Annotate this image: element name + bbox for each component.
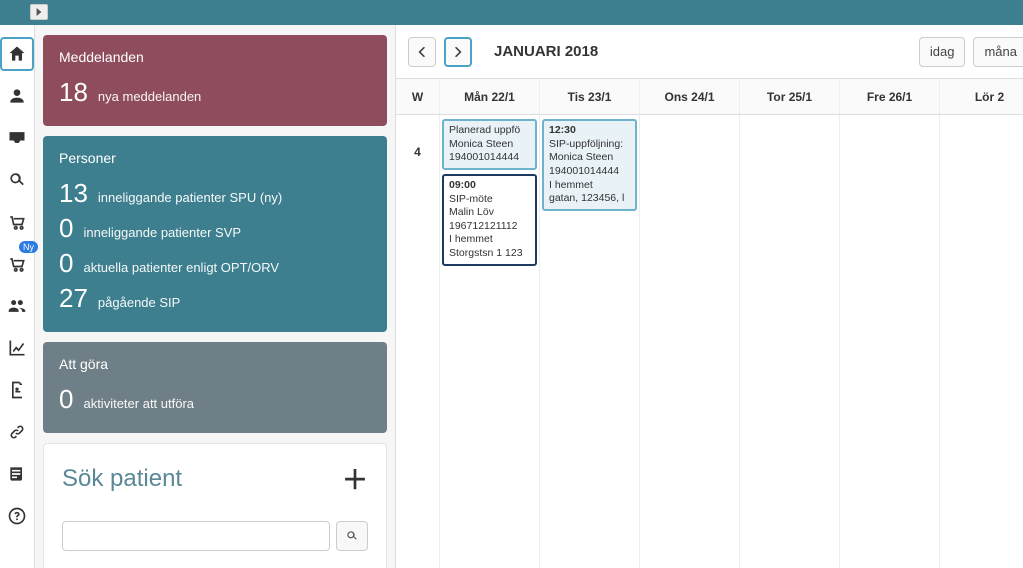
calendar-col-sat bbox=[940, 115, 1023, 568]
calendar-next-button[interactable] bbox=[444, 37, 472, 67]
sidebar-item-cart-new[interactable]: Ny bbox=[0, 247, 34, 281]
calendar-event[interactable]: 09:00SIP-möteMalin Löv196712121112I hemm… bbox=[442, 174, 537, 266]
calendar-header: JANUARI 2018 idag måna bbox=[396, 25, 1023, 79]
calendar-prev-button[interactable] bbox=[408, 37, 436, 67]
sidebar-item-inbox[interactable] bbox=[0, 121, 34, 155]
calendar-panel: JANUARI 2018 idag måna W Mån 22/1 Tis 23… bbox=[395, 25, 1023, 568]
calendar-col-thu bbox=[740, 115, 840, 568]
calendar-title: JANUARI 2018 bbox=[494, 43, 598, 60]
calendar-today-button[interactable]: idag bbox=[919, 37, 966, 67]
calendar-view-button[interactable]: måna bbox=[973, 37, 1023, 67]
expand-sidebar-button[interactable] bbox=[30, 4, 48, 20]
sidebar-item-people[interactable] bbox=[0, 289, 34, 323]
badge-new: Ny bbox=[19, 241, 38, 253]
persons-title: Personer bbox=[59, 150, 371, 166]
sidebar-item-home[interactable] bbox=[0, 37, 34, 71]
calendar-col-fri bbox=[840, 115, 940, 568]
todo-count: 0 bbox=[59, 384, 73, 415]
messages-label: nya meddelanden bbox=[98, 89, 201, 104]
messages-title: Meddelanden bbox=[59, 49, 371, 65]
search-patient-card: Sök patient ＋ Senaste patienter Malin Lö… bbox=[43, 443, 387, 568]
sidebar-item-link[interactable] bbox=[0, 415, 34, 449]
sidebar-item-cart[interactable] bbox=[0, 205, 34, 239]
calendar-col-tue: 12:30SIP-uppföljning:Monica Steen1940010… bbox=[540, 115, 640, 568]
sidebar-item-chart[interactable] bbox=[0, 331, 34, 365]
todo-card[interactable]: Att göra 0 aktiviteter att utföra bbox=[43, 342, 387, 433]
calendar-event[interactable]: Planerad uppföMonica Steen194001014444 bbox=[442, 119, 537, 170]
messages-card[interactable]: Meddelanden 18 nya meddelanden bbox=[43, 35, 387, 126]
sidebar-item-person[interactable] bbox=[0, 79, 34, 113]
calendar-col-wed bbox=[640, 115, 740, 568]
messages-count: 18 bbox=[59, 77, 88, 108]
sidebar-item-news[interactable] bbox=[0, 457, 34, 491]
search-button[interactable] bbox=[336, 521, 368, 551]
sidebar-item-help[interactable] bbox=[0, 499, 34, 533]
sidebar-nav: Ny bbox=[0, 25, 35, 568]
week-number: 4 bbox=[396, 115, 440, 568]
dashboard-panel: Meddelanden 18 nya meddelanden Personer … bbox=[35, 25, 395, 568]
todo-label: aktiviteter att utföra bbox=[83, 396, 194, 411]
persons-card[interactable]: Personer 13inneliggande patienter SPU (n… bbox=[43, 136, 387, 332]
calendar-event[interactable]: 12:30SIP-uppföljning:Monica Steen1940010… bbox=[542, 119, 637, 211]
sidebar-item-document[interactable] bbox=[0, 373, 34, 407]
search-title: Sök patient bbox=[62, 465, 182, 493]
sidebar-item-search[interactable] bbox=[0, 163, 34, 197]
search-input[interactable] bbox=[62, 521, 330, 551]
calendar-day-header: W Mån 22/1 Tis 23/1 Ons 24/1 Tor 25/1 Fr… bbox=[396, 79, 1023, 115]
add-patient-button[interactable]: ＋ bbox=[342, 460, 368, 497]
todo-title: Att göra bbox=[59, 356, 371, 372]
top-bar bbox=[0, 0, 1023, 25]
week-column-header: W bbox=[396, 79, 440, 114]
calendar-col-mon: Planerad uppföMonica Steen19400101444409… bbox=[440, 115, 540, 568]
